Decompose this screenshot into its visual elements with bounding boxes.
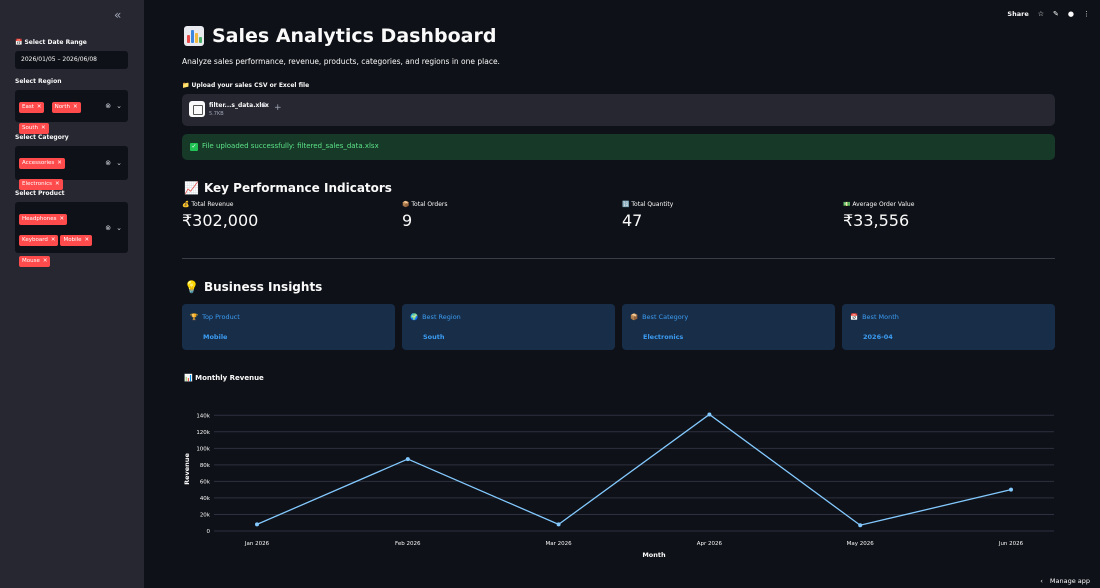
data-point — [858, 523, 863, 528]
product-multiselect[interactable]: Headphones ✕ Keyboard ✕ Mobile ✕ Mouse ✕ ⊗ ⌄ — [15, 202, 128, 267]
kpi-heading: 📈 Key Performance Indicators — [184, 181, 392, 195]
region-chip[interactable]: North ✕ — [51, 102, 81, 113]
data-point — [707, 412, 712, 417]
sidebar: « 📅 Select Date Range 2026/01/05 – 2026/0… — [0, 0, 144, 588]
product-chip[interactable]: Headphones ✕ — [19, 214, 68, 225]
kpi-total-revenue: 💰 Total Revenue ₹302,000 — [182, 201, 259, 230]
x-tick-label: Apr 2026 — [697, 541, 723, 547]
kpi-total-orders: 📦 Total Orders 9 — [402, 201, 448, 230]
y-axis-label: Revenue — [183, 453, 191, 485]
chip-remove-icon[interactable]: ✕ — [85, 237, 90, 243]
data-point — [405, 457, 410, 462]
x-tick-label: May 2026 — [847, 541, 875, 547]
data-point — [1009, 487, 1013, 492]
category-multiselect[interactable]: Accessories ✕ Electronics ✕ ⊗ ⌄ — [15, 146, 128, 190]
upload-success-alert: ✓ File uploaded successfully: filtered_sa… — [182, 134, 1055, 160]
product-chip[interactable]: Keyboard ✕ — [19, 235, 59, 246]
chip-remove-icon[interactable]: ✕ — [43, 258, 48, 264]
upload-label: 📁 Upload your sales CSV or Excel file — [182, 82, 310, 89]
insight-best-category: 📦 Best Category Electronics — [622, 304, 835, 350]
y-tick-label: 100k — [196, 446, 210, 452]
insights-heading: 💡 Business Insights — [184, 280, 323, 294]
data-point — [255, 522, 259, 527]
category-label: Select Category — [15, 134, 69, 141]
chip-remove-icon[interactable]: ✕ — [37, 104, 42, 110]
y-tick-label: 20k — [200, 512, 211, 518]
remove-file-icon[interactable]: ⊗ — [261, 101, 267, 109]
chart-increasing-icon: 📈 — [184, 181, 199, 195]
product-chip[interactable]: Mobile ✕ — [60, 235, 93, 246]
chart-icon: 📊 — [184, 374, 193, 382]
calendar-icon: 📅 — [15, 39, 23, 46]
kpi-average-order-value: 💵 Average Order Value ₹33,556 — [843, 201, 915, 230]
clear-all-icon[interactable]: ⊗ — [105, 102, 111, 110]
manage-app-button[interactable]: ‹ Manage app — [1040, 577, 1090, 585]
chip-remove-icon[interactable]: ✕ — [57, 160, 62, 166]
insight-best-month: 📅 Best Month 2026-04 — [842, 304, 1055, 350]
y-tick-label: 80k — [200, 463, 211, 469]
main-content: Sales Analytics Dashboard Analyze sales … — [144, 0, 1100, 588]
chevron-down-icon[interactable]: ⌄ — [116, 224, 122, 232]
chip-remove-icon[interactable]: ✕ — [59, 216, 64, 222]
collapse-sidebar-icon[interactable]: « — [114, 9, 121, 21]
region-label: Select Region — [15, 78, 62, 85]
category-chip[interactable]: Electronics ✕ — [19, 179, 63, 190]
kpi-total-quantity: 🔢 Total Quantity 47 — [622, 201, 674, 230]
clear-all-icon[interactable]: ⊗ — [105, 224, 111, 232]
file-uploader[interactable]: filter...s_data.xlsx 5.7KB ⊗ + — [182, 94, 1055, 126]
x-tick-label: Mar 2026 — [546, 541, 573, 547]
product-label: Select Product — [15, 190, 65, 197]
chip-remove-icon[interactable]: ✕ — [55, 181, 60, 187]
chip-remove-icon[interactable]: ✕ — [51, 237, 56, 243]
x-tick-label: Feb 2026 — [395, 541, 421, 547]
insight-top-product: 🏆 Top Product Mobile — [182, 304, 395, 350]
title-row: Sales Analytics Dashboard — [184, 25, 496, 47]
date-range-input[interactable]: 2026/01/05 – 2026/06/08 — [15, 51, 128, 69]
y-tick-label: 60k — [200, 479, 211, 485]
region-chip[interactable]: South ✕ — [19, 123, 49, 134]
page-subtitle: Analyze sales performance, revenue, prod… — [182, 57, 500, 66]
x-tick-label: Jun 2026 — [998, 541, 1024, 547]
chart-title: 📊 Monthly Revenue — [184, 374, 264, 382]
x-tick-label: Jan 2026 — [244, 541, 270, 547]
date-range-label: 📅 Select Date Range — [15, 39, 87, 46]
uploaded-file-name: filter...s_data.xlsx — [209, 102, 269, 109]
lightbulb-icon: 💡 — [184, 280, 199, 294]
clear-all-icon[interactable]: ⊗ — [105, 159, 111, 167]
region-chip[interactable]: East ✕ — [19, 102, 45, 113]
monthly-revenue-chart: 0 20k 40k 60k 80k 100k 120k 140k Jan 2026 Feb 202… — [183, 412, 1054, 559]
product-chip[interactable]: Mouse ✕ — [19, 256, 51, 267]
y-tick-label: 40k — [200, 496, 211, 502]
x-axis-label: Month — [642, 551, 666, 559]
data-point — [556, 522, 561, 527]
uploaded-file-size: 5.7KB — [209, 111, 224, 117]
chevron-down-icon[interactable]: ⌄ — [116, 102, 122, 110]
y-tick-label: 120k — [196, 430, 210, 436]
chip-remove-icon[interactable]: ✕ — [73, 104, 78, 110]
y-tick-label: 140k — [196, 413, 210, 419]
revenue-line — [256, 413, 1012, 526]
chevron-left-icon: ‹ — [1040, 577, 1043, 585]
y-tick-label: 0 — [207, 529, 211, 535]
region-multiselect[interactable]: East ✕ North ✕ South ✕ ⊗ ⌄ — [15, 90, 128, 134]
add-file-icon[interactable]: + — [274, 103, 282, 113]
page-title: Sales Analytics Dashboard — [212, 25, 497, 47]
divider — [182, 258, 1055, 259]
category-chip[interactable]: Accessories ✕ — [19, 158, 65, 169]
bar-chart-icon — [184, 26, 204, 46]
file-icon — [189, 101, 205, 117]
check-icon: ✓ — [190, 143, 198, 151]
chip-remove-icon[interactable]: ✕ — [41, 125, 46, 131]
insight-best-region: 🌍 Best Region South — [402, 304, 615, 350]
chevron-down-icon[interactable]: ⌄ — [116, 159, 122, 167]
